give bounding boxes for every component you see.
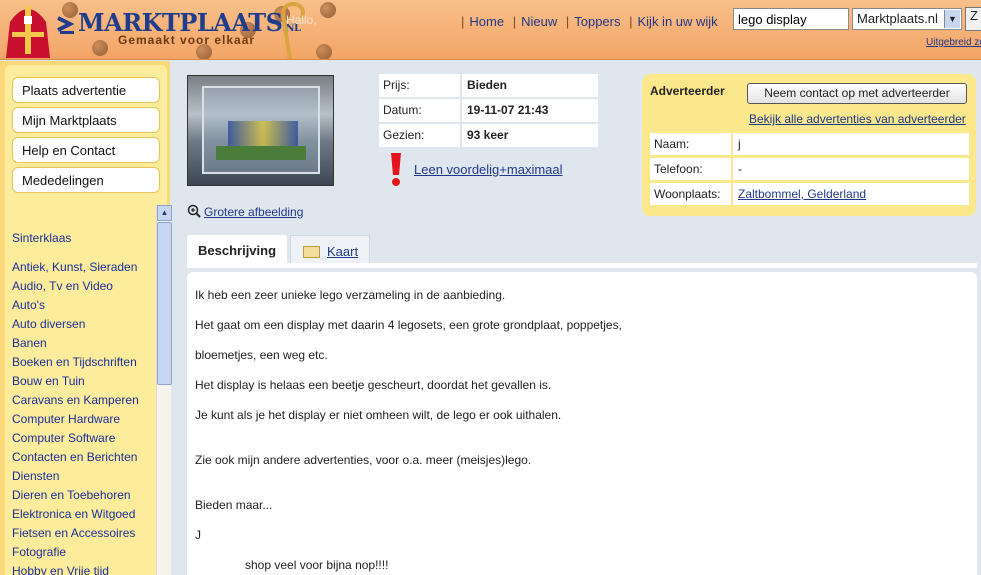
info-label: Prijs: xyxy=(379,74,460,97)
top-navigation: | Home | Nieuw | Toppers | Kijk in uw wijk xyxy=(461,14,718,29)
description-line: bloemetjes, een weg etc. xyxy=(195,348,328,362)
sidebar-panel: Plaats advertentie Mijn Marktplaats Help… xyxy=(5,65,172,575)
description-panel: Ik heb een zeer unieke lego verzameling … xyxy=(187,272,977,575)
category-scrollbar[interactable]: ▲ xyxy=(156,205,172,575)
advertiser-value: j xyxy=(733,133,969,155)
greeting-text: Hallo, xyxy=(286,13,317,27)
site-select[interactable]: Marktplaats.nl ▼ xyxy=(852,8,962,30)
description-line: Je kunt als je het display er niet omhee… xyxy=(195,408,562,422)
info-row-date: Datum: 19-11-07 21:43 xyxy=(379,99,598,122)
category-item[interactable]: Fotografie xyxy=(12,543,152,562)
category-item[interactable]: Computer Software xyxy=(12,429,152,448)
nav-toppers[interactable]: Toppers xyxy=(574,14,620,29)
nav-home[interactable]: Home xyxy=(469,14,504,29)
nav-nieuw[interactable]: Nieuw xyxy=(521,14,557,29)
nav-kijk-in-uw-wijk[interactable]: Kijk in uw wijk xyxy=(638,14,718,29)
advertiser-panel: Adverteerder Neem contact op met adverte… xyxy=(642,74,976,216)
advertiser-value: - xyxy=(733,158,969,180)
exclamation-icon xyxy=(391,153,401,186)
description-line: Het display is helaas een beetje gescheu… xyxy=(195,378,552,392)
info-value: 93 keer xyxy=(462,124,598,147)
chevron-down-icon[interactable]: ▼ xyxy=(944,10,960,28)
category-item[interactable]: Auto diversen xyxy=(12,315,152,334)
category-item[interactable]: Banen xyxy=(12,334,152,353)
category-list: Sinterklaas Antiek, Kunst, Sieraden Audi… xyxy=(12,229,152,575)
zoom-link-wrapper: Grotere afbeelding xyxy=(187,204,303,219)
scroll-thumb[interactable] xyxy=(157,222,172,385)
advertiser-title: Adverteerder xyxy=(650,84,725,98)
listing-photo[interactable] xyxy=(187,75,334,186)
description-line: Bieden maar... xyxy=(195,498,273,512)
site-select-value: Marktplaats.nl xyxy=(857,11,938,26)
description-line: Ik heb een zeer unieke lego verzameling … xyxy=(195,288,506,302)
logo-tagline: Gemaakt voor elkaar xyxy=(118,33,256,47)
sinterklaas-mitre-icon xyxy=(6,6,50,58)
map-icon xyxy=(303,246,320,258)
info-label: Gezien: xyxy=(379,124,460,147)
scroll-up-icon[interactable]: ▲ xyxy=(157,205,172,221)
category-item[interactable]: Contacten en Berichten xyxy=(12,448,152,467)
advertiser-row-phone: Telefoon: - xyxy=(650,158,969,180)
category-item[interactable]: Bouw en Tuin xyxy=(12,372,152,391)
advertiser-city-link[interactable]: Zaltbommel, Gelderland xyxy=(733,183,969,205)
advertiser-label: Woonplaats: xyxy=(650,183,731,205)
info-value: Bieden xyxy=(462,74,598,97)
larger-image-link[interactable]: Grotere afbeelding xyxy=(204,205,303,219)
all-ads-link[interactable]: Bekijk alle advertenties van adverteerde… xyxy=(749,112,966,126)
category-item[interactable]: Boeken en Tijdschriften xyxy=(12,353,152,372)
contact-advertiser-button[interactable]: Neem contact op met adverteerder xyxy=(747,83,967,104)
category-item[interactable]: Diensten xyxy=(12,467,152,486)
info-row-price: Prijs: Bieden xyxy=(379,74,598,97)
place-ad-button[interactable]: Plaats advertentie xyxy=(12,77,160,103)
cookie-decoration xyxy=(92,40,108,56)
category-item[interactable]: Hobby en Vrije tijd xyxy=(12,562,152,575)
search-button[interactable]: Z xyxy=(965,7,981,31)
description-line: Het gaat om een display met daarin 4 leg… xyxy=(195,318,622,332)
cookie-decoration xyxy=(320,2,336,18)
help-contact-button[interactable]: Help en Contact xyxy=(12,137,160,163)
search-input[interactable] xyxy=(733,8,849,30)
tab-map-label: Kaart xyxy=(327,244,359,259)
advertiser-label: Naam: xyxy=(650,133,731,155)
cookie-decoration xyxy=(316,44,332,59)
tab-map[interactable]: Kaart xyxy=(290,235,370,264)
category-item[interactable]: Auto's xyxy=(12,296,152,315)
zoom-in-icon[interactable] xyxy=(187,204,201,218)
description-line: J xyxy=(195,528,201,542)
tab-description[interactable]: Beschrijving xyxy=(187,235,287,264)
category-item[interactable]: Fietsen en Accessoires xyxy=(12,524,152,543)
category-item[interactable]: Caravans en Kamperen xyxy=(12,391,152,410)
info-row-views: Gezien: 93 keer xyxy=(379,124,598,147)
info-label: Datum: xyxy=(379,99,460,122)
logo-arrow-icon xyxy=(57,16,75,34)
advertiser-label: Telefoon: xyxy=(650,158,731,180)
category-item[interactable]: Dieren en Toebehoren xyxy=(12,486,152,505)
header-bar: MARKTPLAATS.NL Gemaakt voor elkaar Hallo… xyxy=(0,0,981,60)
my-marktplaats-button[interactable]: Mijn Marktplaats xyxy=(12,107,160,133)
category-sinterklaas[interactable]: Sinterklaas xyxy=(12,229,152,248)
description-line: shop veel voor bijna nop!!!! xyxy=(245,558,389,572)
category-item[interactable]: Antiek, Kunst, Sieraden xyxy=(12,258,152,277)
advertiser-row-city: Woonplaats: Zaltbommel, Gelderland xyxy=(650,183,969,205)
extended-search-link[interactable]: Uitgebreid zoeken xyxy=(926,37,981,48)
advertiser-row-name: Naam: j xyxy=(650,133,969,155)
info-value: 19-11-07 21:43 xyxy=(462,99,598,122)
category-item[interactable]: Computer Hardware xyxy=(12,410,152,429)
loan-promo-link[interactable]: Leen voordelig+maximaal xyxy=(414,162,563,177)
category-item[interactable]: Elektronica en Witgoed xyxy=(12,505,152,524)
tab-underline xyxy=(187,263,977,268)
sidebar: Plaats advertentie Mijn Marktplaats Help… xyxy=(0,61,172,575)
bishop-staff-icon xyxy=(281,1,305,59)
announcements-button[interactable]: Mededelingen xyxy=(12,167,160,193)
description-line: Zie ook mijn andere advertenties, voor o… xyxy=(195,453,532,467)
category-item[interactable]: Audio, Tv en Video xyxy=(12,277,152,296)
